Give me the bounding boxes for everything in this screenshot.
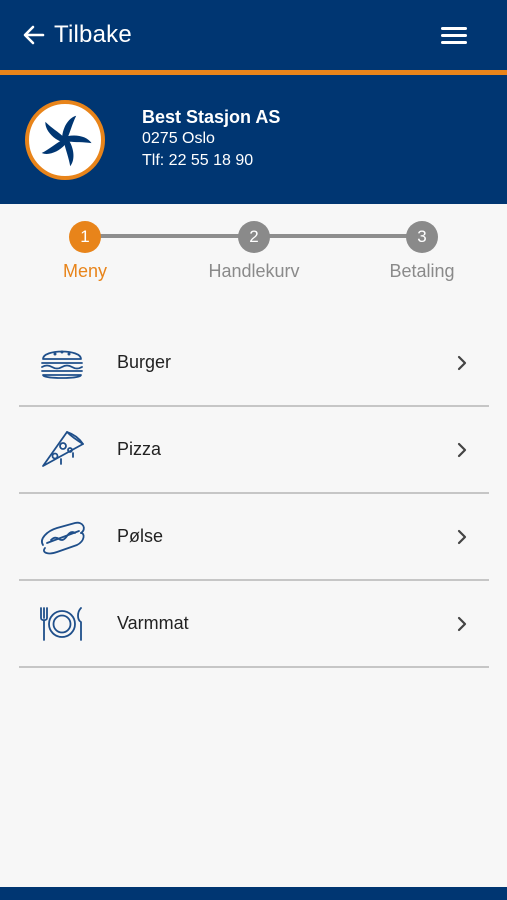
burger-icon (37, 341, 87, 385)
station-logo (25, 100, 105, 180)
step-2-indicator[interactable]: 2 (238, 221, 270, 253)
step-connector (268, 234, 408, 238)
order-stepper: 1 2 3 Meny Handlekurv Betaling (0, 204, 507, 314)
menu-item-pizza[interactable]: Pizza (19, 407, 489, 494)
back-button[interactable]: Tilbake (22, 20, 132, 50)
menu-item-polse[interactable]: Pølse (19, 494, 489, 581)
menu-item-label: Burger (117, 352, 172, 372)
step-1-label[interactable]: Meny (63, 261, 107, 282)
step-3-indicator[interactable]: 3 (406, 221, 438, 253)
step-connector (100, 234, 240, 238)
back-label: Tilbake (54, 21, 132, 48)
station-phone[interactable]: Tlf: 22 55 18 90 (142, 150, 280, 172)
menu-item-label: Pølse (117, 526, 164, 546)
top-app-bar: Tilbake (0, 0, 507, 70)
pinwheel-logo-icon (41, 115, 92, 167)
hamburger-menu-icon (441, 27, 467, 44)
station-name: Best Stasjon AS (142, 107, 281, 127)
plate-cutlery-icon (37, 602, 87, 646)
menu-item-varmmat[interactable]: Varmmat (19, 581, 489, 668)
step-3-label[interactable]: Betaling (389, 261, 454, 282)
hamburger-menu-button[interactable] (441, 24, 467, 46)
hotdog-icon (37, 515, 87, 559)
chevron-right-icon (455, 615, 469, 633)
station-address: 0275 Oslo (142, 130, 215, 147)
bottom-bar (0, 887, 507, 900)
station-info: Best Stasjon AS 0275 Oslo Tlf: 22 55 18 … (142, 106, 280, 172)
menu-category-list: Burger Pizza Pølse Varmmat (19, 320, 489, 668)
chevron-right-icon (455, 528, 469, 546)
pizza-slice-icon (37, 428, 87, 472)
chevron-right-icon (455, 354, 469, 372)
arrow-left-icon (23, 25, 45, 45)
menu-item-label: Pizza (117, 439, 162, 459)
step-2-label[interactable]: Handlekurv (208, 261, 299, 282)
step-1-indicator[interactable]: 1 (69, 221, 101, 253)
menu-item-burger[interactable]: Burger (19, 320, 489, 407)
menu-item-label: Varmmat (117, 613, 189, 633)
station-header: Best Stasjon AS 0275 Oslo Tlf: 22 55 18 … (0, 75, 507, 204)
chevron-right-icon (455, 441, 469, 459)
